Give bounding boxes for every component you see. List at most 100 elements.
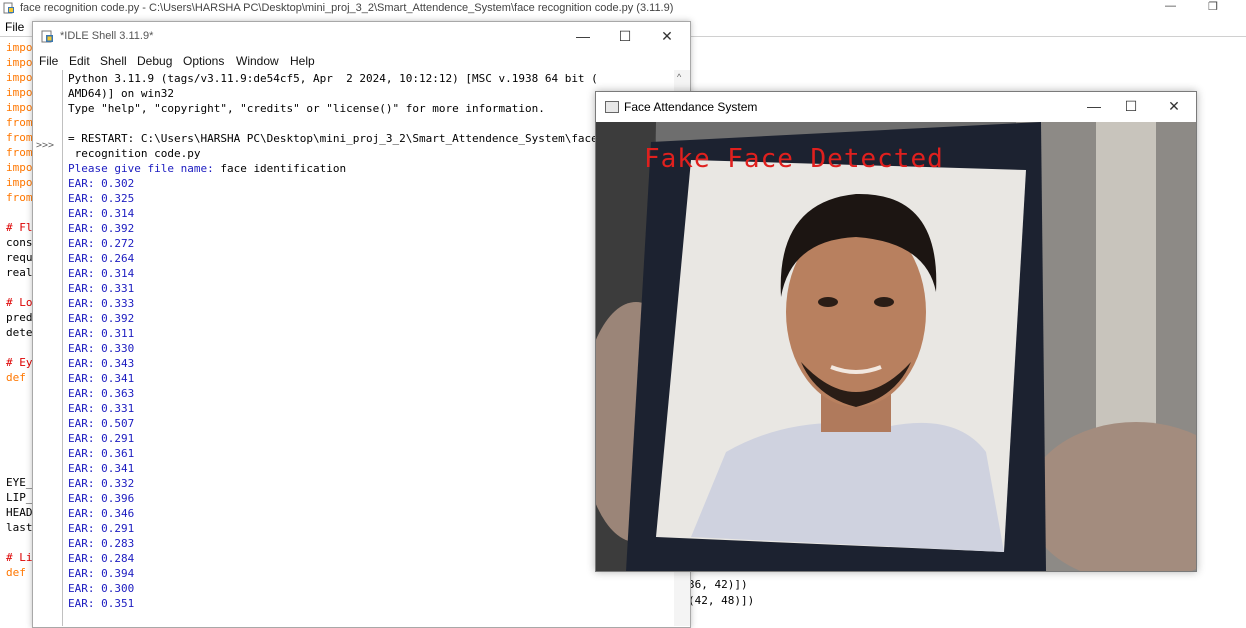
idle-menu-edit[interactable]: Edit — [69, 54, 90, 68]
detection-label: Fake Face Detected — [644, 144, 944, 174]
ear-output-line: EAR: 0.291 — [68, 522, 135, 535]
ear-output-line: EAR: 0.331 — [68, 282, 135, 295]
idle-minimize-button[interactable]: — — [568, 28, 598, 44]
ear-output-line: EAR: 0.394 — [68, 567, 135, 580]
ear-output-line: EAR: 0.392 — [68, 312, 135, 325]
editor-code-line: impo — [6, 86, 33, 99]
ear-output-line: EAR: 0.325 — [68, 192, 135, 205]
restart-line: = RESTART: C:\Users\HARSHA PC\Desktop\mi… — [68, 132, 598, 145]
ear-output-line: EAR: 0.332 — [68, 477, 135, 490]
ear-output-line: EAR: 0.311 — [68, 327, 135, 340]
idle-shell-window: *IDLE Shell 3.11.9* — ☐ ✕ File Edit Shel… — [32, 21, 691, 628]
ear-output-line: EAR: 0.264 — [68, 252, 135, 265]
banner-line: Python 3.11.9 (tags/v3.11.9:de54cf5, Apr… — [68, 72, 598, 85]
editor-code-line: HEAD — [6, 506, 33, 519]
idle-close-button[interactable]: ✕ — [652, 28, 682, 45]
editor-titlebar: face recognition code.py - C:\Users\HARS… — [0, 0, 1246, 17]
input-line: Please give file name: face identificati… — [68, 161, 346, 176]
editor-title: face recognition code.py - C:\Users\HARS… — [20, 2, 674, 14]
input-value: face identification — [213, 162, 347, 175]
idle-menu-shell[interactable]: Shell — [100, 54, 127, 68]
idle-menu-window[interactable]: Window — [236, 54, 279, 68]
restart-line: recognition code.py — [68, 147, 201, 160]
ear-output-line: EAR: 0.507 — [68, 417, 135, 430]
idle-menu-options[interactable]: Options — [183, 54, 224, 68]
idle-prompt-gutter: >>> — [33, 70, 63, 626]
idle-shell-output[interactable]: Python 3.11.9 (tags/v3.11.9:de54cf5, Apr… — [63, 70, 673, 626]
idle-menu-debug[interactable]: Debug — [137, 54, 172, 68]
editor-code-line: impo — [6, 41, 33, 54]
editor-code-line: last — [6, 521, 33, 534]
editor-code-line: # Ey — [6, 356, 33, 369]
ear-output-line: EAR: 0.314 — [68, 267, 135, 280]
ear-output-line: EAR: 0.343 — [68, 357, 135, 370]
ear-output-line: EAR: 0.392 — [68, 222, 135, 235]
python-file-icon — [3, 2, 14, 14]
ear-output-line: EAR: 0.330 — [68, 342, 135, 355]
ear-output-line: EAR: 0.363 — [68, 387, 135, 400]
ear-output-line: EAR: 0.291 — [68, 432, 135, 445]
editor-code-line: def — [6, 566, 26, 579]
ear-output-line: EAR: 0.302 — [68, 177, 135, 190]
ear-output-line: EAR: 0.272 — [68, 237, 135, 250]
editor-code-fragment: (42, 48)]) — [688, 594, 755, 607]
editor-code-line: def — [6, 371, 26, 384]
editor-code-line: # Li — [6, 551, 33, 564]
editor-code-line: # Fl — [6, 221, 33, 234]
editor-code-line: impo — [6, 101, 33, 114]
idle-menu-file[interactable]: File — [39, 54, 58, 68]
editor-code-line: LIP_ — [6, 491, 33, 504]
ear-output-line: EAR: 0.361 — [68, 447, 135, 460]
ear-output-line: EAR: 0.396 — [68, 492, 135, 505]
editor-code-line: EYE_ — [6, 476, 33, 489]
editor-code-line: requ — [6, 251, 33, 264]
idle-title: *IDLE Shell 3.11.9* — [60, 30, 154, 42]
idle-maximize-button[interactable]: ☐ — [610, 28, 640, 45]
editor-minimize-button[interactable]: — — [1165, 0, 1176, 12]
camera-frame-image — [596, 122, 1196, 571]
editor-code-line: from — [6, 131, 33, 144]
editor-code-fragment: 36, 42)]) — [688, 578, 748, 591]
banner-line: Type "help", "copyright", "credits" or "… — [68, 102, 545, 115]
ear-output-line: EAR: 0.333 — [68, 297, 135, 310]
editor-code-line: # Lo — [6, 296, 33, 309]
idle-menubar: File Edit Shell Debug Options Window Hel… — [33, 52, 690, 70]
input-prompt: Please give file name: — [68, 162, 214, 175]
face-minimize-button[interactable]: — — [1079, 98, 1109, 114]
ear-output-line: EAR: 0.300 — [68, 582, 135, 595]
window-app-icon — [605, 101, 619, 113]
editor-code-line: from — [6, 116, 33, 129]
ear-output-line: EAR: 0.314 — [68, 207, 135, 220]
editor-code-line: cons — [6, 236, 33, 249]
idle-titlebar[interactable]: *IDLE Shell 3.11.9* — ☐ ✕ — [33, 22, 690, 50]
idle-app-icon — [41, 30, 53, 43]
face-window-title: Face Attendance System — [624, 100, 758, 114]
editor-code-line: dete — [6, 326, 33, 339]
editor-code-line: impo — [6, 161, 33, 174]
editor-code-line: from — [6, 191, 33, 204]
scroll-up-icon[interactable]: ^ — [677, 72, 681, 82]
editor-code-area[interactable]: impo impo impo impo impo from from from impo impo… — [0, 38, 34, 620]
ear-output-line: EAR: 0.341 — [68, 372, 135, 385]
face-titlebar[interactable]: Face Attendance System — ☐ ✕ — [596, 92, 1196, 121]
banner-line: AMD64)] on win32 — [68, 87, 174, 100]
face-maximize-button[interactable]: ☐ — [1116, 98, 1146, 115]
editor-restore-button[interactable]: ❐ — [1208, 0, 1218, 13]
editor-code-line: pred — [6, 311, 33, 324]
editor-code-line: impo — [6, 176, 33, 189]
ear-output-line: EAR: 0.283 — [68, 537, 135, 550]
editor-menu-file[interactable]: File — [5, 20, 24, 34]
ear-output-line: EAR: 0.346 — [68, 507, 135, 520]
ear-output-line: EAR: 0.341 — [68, 462, 135, 475]
face-attendance-window: Face Attendance System — ☐ ✕ Fake Face D… — [595, 91, 1197, 572]
idle-menu-help[interactable]: Help — [290, 54, 315, 68]
editor-code-line: impo — [6, 71, 33, 84]
ear-output-line: EAR: 0.284 — [68, 552, 135, 565]
editor-code-line: real — [6, 266, 33, 279]
shell-prompt: >>> — [36, 140, 55, 151]
ear-output-line: EAR: 0.331 — [68, 402, 135, 415]
editor-code-line: from — [6, 146, 33, 159]
ear-output-line: EAR: 0.351 — [68, 597, 135, 610]
face-close-button[interactable]: ✕ — [1159, 98, 1189, 115]
editor-code-line: impo — [6, 56, 33, 69]
